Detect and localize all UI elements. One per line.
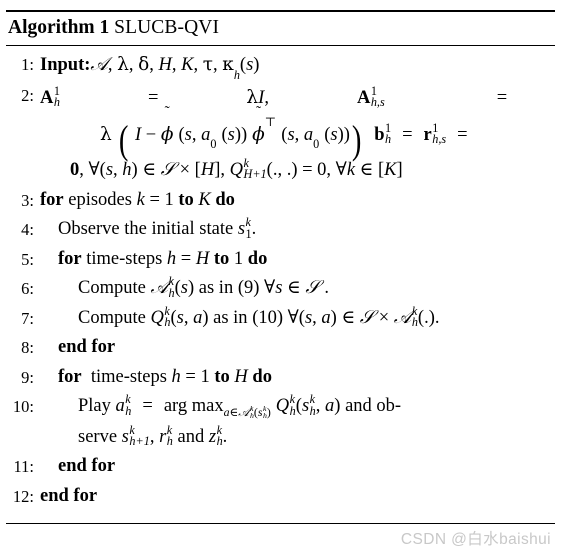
line-number-11: 11: (13, 457, 34, 476)
word-play: Play (78, 396, 111, 416)
algorithm-title: Algorithm 1 SLUCB-QVI (0, 12, 561, 43)
line-number-8: 8: (21, 338, 34, 357)
algorithm-line-2: 2: A 1 h = λI, A 1 h,s = λ(I − ˜ ϕ (s, a0 (s)) ˜ ϕ⊤(s… (0, 81, 561, 186)
word-asin-7: as in (213, 307, 248, 328)
line-content-8: end for (40, 333, 561, 363)
line-number-9: 9: (21, 367, 34, 387)
symbol-cal-a: 𝒜 (90, 55, 108, 75)
symbol-phi-tilde-transpose: ˜ ϕ (252, 102, 265, 145)
algorithm-line-6: 6: Compute 𝒜k h (s) as in (9) ∀s ∈ 𝒮 . (0, 274, 561, 304)
line-content-3: for episodes k = 1 to K do (40, 189, 235, 210)
algorithm-line-8: 8: end for (0, 333, 561, 363)
line-number-12: 12: (12, 486, 34, 506)
word-and-observe-part2: serve (78, 426, 118, 447)
algorithm-line-12: 12: end for (0, 482, 561, 512)
word-asin-6: as in (198, 278, 234, 298)
algorithm-block: Algorithm 1 SLUCB-QVI 1: Input:𝒜, λ, δ, … (0, 0, 561, 524)
keyword-input: Input: (40, 55, 91, 75)
algorithm-line-7: 7: Compute Qk h (s, a) as in (10) ∀(s, a) … (0, 304, 561, 334)
line-number-10: 10: (12, 397, 34, 416)
algorithm-line-1: 1: Input:𝒜, λ, δ, H, K, τ, κh(s) (0, 50, 561, 81)
keyword-to-3: to (178, 189, 194, 210)
line-number-6: 6: (21, 279, 34, 298)
line-content-9: for time-steps h = 1 to H do (58, 366, 272, 387)
algorithm-line-11: 11: end for (0, 452, 561, 482)
line-content-1: Input:𝒜, λ, δ, H, K, τ, κh(s) (40, 54, 260, 82)
keyword-for-5: for (58, 248, 82, 269)
csdn-watermark: CSDN @白水baishui (400, 531, 551, 548)
line-content-12: end for (40, 482, 561, 512)
keyword-to-5: to (213, 248, 230, 269)
keyword-for-3: for (40, 189, 64, 210)
word-and-10: and (177, 426, 205, 447)
algorithm-line-4: 4: Observe the initial state sk1. (0, 215, 561, 245)
algorithm-line-10: 10: Play a k h = arg maxa∈𝒜 k h (s k h) Qk h (s k h, a… (0, 392, 561, 452)
line-content-6: Compute 𝒜k h (s) as in (9) ∀s ∈ 𝒮 . (78, 274, 329, 300)
line-2-row-b: λ(I − ˜ ϕ (s, a0 (s)) ˜ ϕ⊤(s, a0 (s))) b 1 h = r 1 h,… (100, 102, 468, 163)
line-content-7: Compute Qk h (s, a) as in (10) ∀(s, a) ∈ 𝒮… (78, 303, 440, 330)
keyword-to-9: to (214, 366, 230, 387)
line-number-2: 2: (21, 85, 34, 105)
keyword-do-9: do (252, 366, 272, 387)
word-and-observe-part1: and ob- (345, 396, 402, 416)
word-episodes: episodes (68, 189, 132, 210)
word-compute-6: Compute (78, 278, 146, 298)
symbol-tau: τ (202, 54, 213, 75)
algorithm-title-keyword: Algorithm 1 (8, 17, 110, 38)
line-number-7: 7: (21, 308, 34, 328)
line-2-row-a: A 1 h = λI, A 1 h,s = (40, 83, 508, 110)
keyword-do-3: do (215, 189, 235, 210)
keyword-end-for-8: end for (58, 337, 116, 357)
ref-eq9: (9) (237, 278, 260, 298)
symbol-kappa: κ (222, 54, 234, 75)
line-10-row-a: Play a k h = arg maxa∈𝒜 k h (s k h) Qk h (s k h, a) an… (78, 392, 402, 421)
line-number-4: 4: (21, 220, 34, 239)
word-compute-7: Compute (78, 307, 146, 328)
algorithm-title-name: SLUCB-QVI (114, 17, 220, 38)
keyword-do-5: do (247, 248, 268, 269)
line-number-1: 1: (21, 55, 34, 74)
ref-eq10: (10) (252, 307, 284, 328)
line-content-11: end for (40, 452, 561, 482)
line-content-5: for time-steps h = H to 1 do (58, 248, 268, 269)
word-timesteps-5: time-steps (86, 248, 163, 269)
text-observe: Observe the initial state (58, 219, 234, 239)
line-10-row-b: serve s k h+1, rkh and zkh. (78, 422, 228, 449)
algorithm-line-3: 3: for episodes k = 1 to K do (0, 186, 561, 216)
symbol-lambda: λ (117, 54, 129, 75)
line-number-5: 5: (21, 249, 34, 269)
algorithm-body: 1: Input:𝒜, λ, δ, H, K, τ, κh(s) 2: A 1 h =… (0, 46, 561, 517)
algorithm-line-5: 5: for time-steps h = H to 1 do (0, 245, 561, 275)
keyword-for-9: for (58, 366, 82, 387)
keyword-end-for-11: end for (58, 456, 116, 476)
line-content-10: Play a k h = arg maxa∈𝒜 k h (s k h) Qk h (s k h, a) an… (40, 392, 561, 452)
keyword-end-for-12: end for (40, 485, 98, 506)
symbol-phi-tilde: ˜ ϕ (160, 102, 174, 145)
line-content-2: A 1 h = λI, A 1 h,s = λ(I − ˜ ϕ (s, a0 (s)) ˜ ϕ⊤(s, a… (40, 81, 561, 186)
line-number-3: 3: (21, 190, 34, 210)
word-argmax: arg max (163, 396, 224, 416)
algorithm-bottom-rule (6, 523, 555, 524)
symbol-delta: δ (138, 54, 150, 75)
word-timesteps-9: time-steps (90, 366, 167, 387)
line-content-4: Observe the initial state sk1. (58, 215, 257, 241)
algorithm-line-9: 9: for time-steps h = 1 to H do (0, 363, 561, 393)
